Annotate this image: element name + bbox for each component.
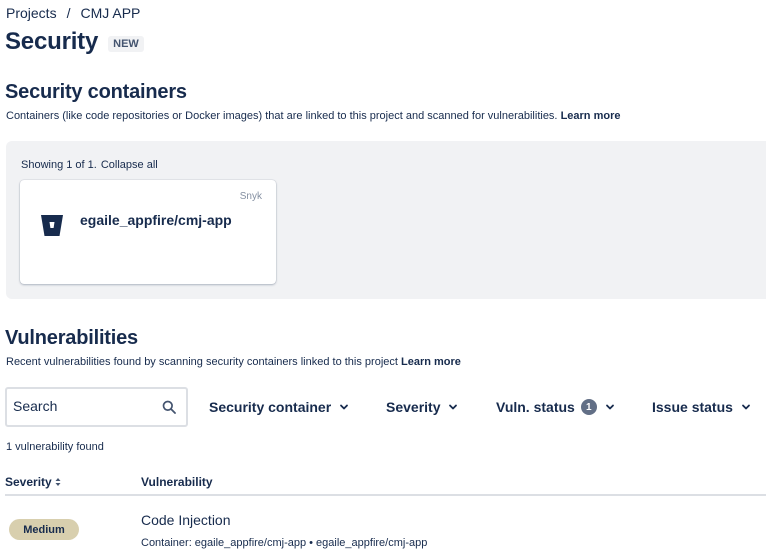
page-header: Security NEW	[5, 28, 144, 56]
issue-status-filter[interactable]: Issue status	[652, 387, 751, 427]
vulnerability-column-header: Vulnerability	[141, 475, 213, 489]
collapse-all-link[interactable]: Collapse all	[101, 159, 158, 171]
chevron-down-icon	[605, 404, 614, 410]
security-containers-description-text: Containers (like code repositories or Do…	[6, 110, 558, 122]
page-title: Security	[5, 28, 99, 55]
search-box[interactable]	[5, 387, 188, 427]
breadcrumb: Projects / CMJ APP	[6, 5, 140, 21]
severity-column-header[interactable]: Severity	[5, 475, 61, 489]
container-name: egaile_appfire/cmj-app	[80, 212, 232, 228]
container-provider: Snyk	[239, 191, 262, 202]
chevron-down-icon	[742, 404, 750, 410]
search-icon[interactable]	[162, 400, 176, 414]
table-row[interactable]: Medium Code Injection Container: egaile_…	[5, 498, 766, 557]
vuln-status-filter-label: Vuln. status	[496, 399, 575, 415]
containers-showing-text: Showing 1 of 1. Collapse all	[21, 159, 158, 171]
vulnerability-count: 1 vulnerability found	[6, 441, 104, 453]
severity-badge: Medium	[9, 519, 79, 540]
vulnerabilities-table-header: Severity Vulnerability	[5, 474, 766, 496]
chevron-down-icon	[340, 404, 349, 410]
breadcrumb-cmj-app[interactable]: CMJ APP	[80, 5, 140, 21]
vulnerabilities-description-text: Recent vulnerabilities found by scanning…	[6, 356, 398, 368]
issue-status-filter-label: Issue status	[652, 399, 733, 415]
filter-bar: Security container Severity Vuln. status…	[5, 387, 766, 427]
search-input[interactable]	[13, 398, 153, 414]
security-container-filter[interactable]: Security container	[209, 387, 349, 427]
vuln-status-filter[interactable]: Vuln. status 1	[496, 387, 615, 427]
security-containers-heading: Security containers	[5, 81, 187, 103]
vulnerabilities-heading: Vulnerabilities	[5, 327, 138, 349]
vulnerabilities-learn-more-link[interactable]: Learn more	[401, 356, 461, 368]
security-container-filter-label: Security container	[209, 399, 332, 415]
security-container-card[interactable]: Snyk egaile_appfire/cmj-app	[20, 180, 276, 284]
breadcrumb-separator: /	[66, 5, 71, 21]
severity-column-label: Severity	[5, 475, 52, 489]
new-badge: NEW	[108, 36, 144, 52]
security-containers-learn-more-link[interactable]: Learn more	[561, 110, 621, 122]
bitbucket-icon	[41, 215, 63, 236]
showing-count: Showing 1 of 1.	[21, 159, 97, 171]
breadcrumb-projects[interactable]: Projects	[6, 5, 57, 21]
severity-filter-label: Severity	[386, 399, 441, 415]
sort-icon	[55, 478, 61, 486]
severity-filter[interactable]: Severity	[386, 387, 458, 427]
chevron-down-icon	[449, 404, 458, 410]
vulnerability-name[interactable]: Code Injection	[141, 512, 231, 528]
vuln-status-count-badge: 1	[580, 399, 597, 415]
vulnerabilities-description: Recent vulnerabilities found by scanning…	[6, 356, 461, 368]
vulnerability-container-meta: Container: egaile_appfire/cmj-app • egai…	[141, 537, 428, 549]
security-containers-panel: Showing 1 of 1. Collapse all Snyk egaile…	[6, 141, 766, 299]
security-containers-description: Containers (like code repositories or Do…	[6, 110, 620, 122]
